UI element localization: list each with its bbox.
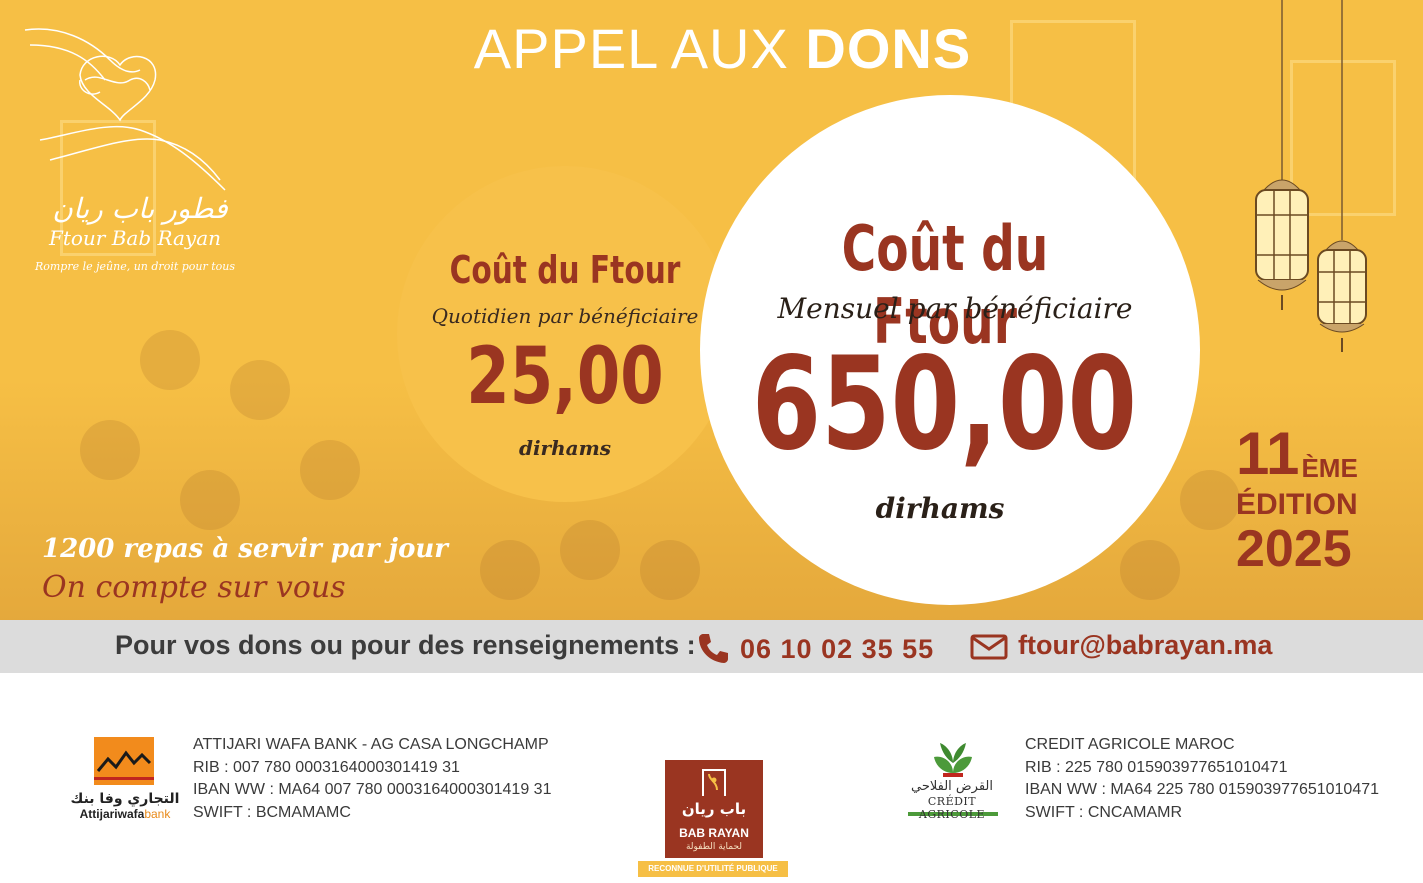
call-to-action-text: On compte sur vous — [42, 570, 346, 605]
logo-tagline: Rompre le jeûne, un droit pour tous — [34, 260, 236, 273]
attijariwafa-logo — [94, 737, 154, 785]
meals-per-day-text: 1200 repas à servir par jour — [42, 534, 449, 564]
title-light: APPEL AUX — [473, 17, 806, 80]
attijariwafa-bank-details: ATTIJARI WAFA BANK - AG CASA LONGCHAMP R… — [193, 734, 551, 824]
edition-badge: 11ÈME ÉDITION 2025 — [1236, 420, 1396, 578]
edition-year: 2025 — [1236, 520, 1352, 578]
bank-detail-line: SWIFT : CNCAMAMR — [1025, 803, 1183, 821]
bank-detail-line: IBAN WW : MA64 225 780 01590397765101047… — [1025, 781, 1380, 798]
bab-rayan-name: BAB RAYAN — [679, 826, 749, 840]
background-person — [300, 440, 360, 500]
bab-rayan-door-icon — [702, 769, 726, 796]
attijariwafa-name-light: bank — [144, 807, 171, 821]
attijariwafa-arabic-name: التجاري وفا بنك — [70, 791, 180, 807]
envelope-icon — [970, 634, 1008, 660]
logo-name: Ftour Bab Rayan — [48, 226, 222, 250]
bank-detail-line: SWIFT : BCMAMAMC — [193, 803, 351, 821]
credit-agricole-name: CRÉDIT AGRICOLE — [918, 795, 986, 821]
ftour-bab-rayan-logo: فطور باب ريان Ftour Bab Rayan Rompre le … — [20, 20, 240, 280]
credit-agricole-bank-details: CREDIT AGRICOLE MAROC RIB : 225 780 0159… — [1025, 734, 1379, 824]
bank-detail-line: RIB : 007 780 0003164000301419 31 — [193, 758, 460, 776]
background-person — [1180, 470, 1240, 530]
hands-heart-icon — [24, 28, 226, 191]
background-person — [640, 540, 700, 600]
background-person — [1120, 540, 1180, 600]
bank-detail-line: IBAN WW : MA64 007 780 0003164000301419 … — [193, 781, 552, 798]
daily-cost-subtitle: Quotidien par bénéficiaire — [431, 304, 699, 328]
bank-detail-line: ATTIJARI WAFA BANK - AG CASA LONGCHAMP — [193, 736, 549, 753]
lantern-icon — [1255, 0, 1309, 310]
phone-icon — [699, 634, 728, 663]
bab-rayan-subtitle: لحماية الطفولة — [685, 842, 743, 852]
email-link[interactable]: ftour@babrayan.ma — [1018, 630, 1272, 661]
background-person — [180, 470, 240, 530]
credit-agricole-arabic-name: القرض الفلاحي — [911, 779, 993, 794]
background-person — [80, 420, 140, 480]
contact-label: Pour vos dons ou pour des renseignements… — [115, 630, 696, 660]
background-person — [140, 330, 200, 390]
lantern-icon — [1317, 0, 1367, 352]
public-utility-badge: RECONNUE D'UTILITÉ PUBLIQUE — [638, 861, 788, 877]
daily-cost-unit: dirhams — [518, 436, 612, 460]
attijariwafa-name: Attijariwafabank — [70, 807, 180, 821]
phone-number-link[interactable]: 06 10 02 35 55 — [740, 634, 934, 665]
contact-bar: Pour vos dons ou pour des renseignements… — [0, 620, 1423, 673]
logo-arabic-text: فطور باب ريان — [52, 192, 228, 225]
edition-number: 11 — [1236, 420, 1300, 487]
background-person — [560, 520, 620, 580]
edition-suffix: ÈME — [1301, 453, 1358, 483]
daily-cost-value: 25,00 — [466, 332, 664, 422]
edition-label: ÉDITION — [1236, 488, 1358, 521]
attijariwafa-name-bold: Attijariwafa — [79, 807, 145, 821]
monthly-cost-subtitle: Mensuel par bénéficiaire — [777, 292, 1133, 325]
title-bold: DONS — [805, 17, 972, 80]
bank-detail-line: CREDIT AGRICOLE MAROC — [1025, 736, 1235, 753]
monthly-cost-unit: dirhams — [875, 492, 1005, 525]
bank-detail-line: RIB : 225 780 015903977651010471 — [1025, 758, 1288, 776]
attijariwafa-logo-mark — [94, 737, 154, 785]
bab-rayan-arabic-name: باب ريان — [681, 800, 747, 818]
background-person — [480, 540, 540, 600]
monthly-cost-value: 650,00 — [751, 330, 1137, 479]
daily-cost-title: Coût du Ftour — [449, 248, 681, 292]
background-person — [230, 360, 290, 420]
